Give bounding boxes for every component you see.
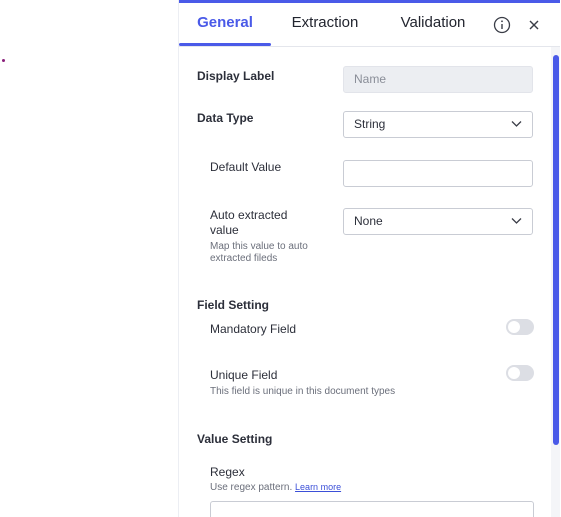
close-icon[interactable] bbox=[525, 16, 543, 34]
auto-extracted-select[interactable]: None bbox=[343, 208, 533, 235]
auto-extracted-value: None bbox=[354, 214, 383, 228]
tab-general[interactable]: General bbox=[179, 3, 271, 46]
regex-label: Regex bbox=[210, 465, 245, 479]
field-setting-heading: Field Setting bbox=[197, 298, 269, 312]
chevron-down-icon bbox=[511, 218, 522, 224]
data-type-value: String bbox=[354, 117, 386, 131]
auto-extracted-label-line1: Auto extracted bbox=[210, 208, 288, 222]
learn-more-link[interactable]: Learn more bbox=[295, 482, 341, 492]
unique-field-help: This field is unique in this document ty… bbox=[210, 386, 396, 397]
field-properties-panel: General Extraction Validation Display La… bbox=[178, 0, 560, 517]
auto-extracted-help-line1: Map this value to auto bbox=[210, 241, 308, 252]
regex-input[interactable] bbox=[210, 501, 534, 517]
value-setting-heading: Value Setting bbox=[197, 432, 273, 446]
unique-field-label: Unique Field bbox=[210, 368, 278, 382]
panel-content: Display Label Name Data Type String Defa… bbox=[179, 47, 560, 517]
default-value-label: Default Value bbox=[210, 160, 282, 174]
auto-extracted-help-line2: extracted fileds bbox=[210, 253, 278, 264]
tab-bar: General Extraction Validation bbox=[179, 3, 560, 47]
regex-help-text: Use regex pattern. bbox=[210, 482, 293, 493]
tab-general-label: General bbox=[197, 14, 253, 31]
scrollbar-thumb[interactable] bbox=[553, 55, 559, 445]
tab-extraction-label: Extraction bbox=[291, 14, 359, 31]
info-icon[interactable] bbox=[493, 16, 511, 34]
mandatory-field-toggle[interactable] bbox=[506, 319, 534, 335]
default-value-input[interactable] bbox=[343, 160, 533, 187]
stray-dot bbox=[2, 59, 5, 62]
display-label-placeholder: Name bbox=[354, 72, 387, 86]
data-type-label: Data Type bbox=[197, 111, 254, 125]
tab-validation-label: Validation bbox=[400, 14, 466, 31]
display-label-label: Display Label bbox=[197, 69, 275, 83]
auto-extracted-label-line2: value bbox=[210, 223, 239, 237]
regex-help: Use regex pattern. Learn more bbox=[210, 481, 341, 494]
tab-active-indicator bbox=[179, 43, 271, 46]
tab-validation[interactable]: Validation bbox=[391, 3, 475, 45]
mandatory-field-label: Mandatory Field bbox=[210, 322, 297, 336]
toggle-knob bbox=[508, 367, 520, 379]
chevron-down-icon bbox=[511, 121, 522, 127]
data-type-select[interactable]: String bbox=[343, 111, 533, 138]
toggle-knob bbox=[508, 321, 520, 333]
display-label-input[interactable]: Name bbox=[343, 66, 533, 93]
unique-field-toggle[interactable] bbox=[506, 365, 534, 381]
tab-extraction[interactable]: Extraction bbox=[283, 3, 367, 45]
